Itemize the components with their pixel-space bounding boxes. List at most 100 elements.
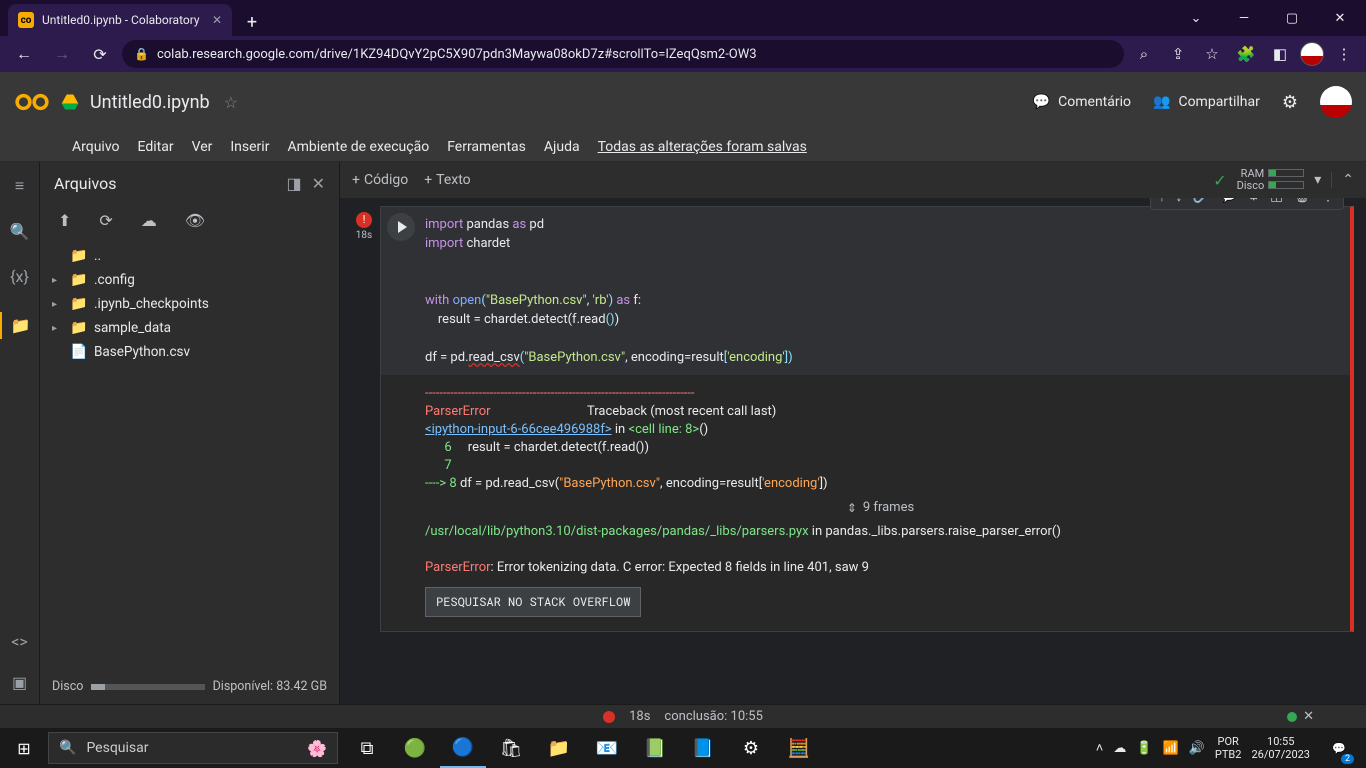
share-icon[interactable]: ⇪ bbox=[1164, 40, 1192, 68]
windows-taskbar: ⊞ 🔍 Pesquisar 🌸 ⧉ 🟢 🔵 🛍 📁 📧 📗 📘 ⚙ 🧮 ˄ ☁ … bbox=[0, 728, 1366, 768]
code-snippets-icon[interactable]: <> bbox=[11, 632, 28, 651]
close-panel-icon[interactable]: ✕ bbox=[312, 174, 325, 193]
battery-icon[interactable]: 🔋 bbox=[1136, 741, 1152, 756]
word-icon[interactable]: 📘 bbox=[680, 728, 726, 768]
new-window-icon[interactable]: ◨ bbox=[286, 174, 301, 193]
task-view-icon[interactable]: ⧉ bbox=[344, 728, 390, 768]
taskbar-search[interactable]: 🔍 Pesquisar 🌸 bbox=[48, 732, 338, 764]
store-icon[interactable]: 🛍 bbox=[488, 728, 534, 768]
reload-button[interactable]: ⟳ bbox=[84, 38, 116, 70]
search-icon[interactable]: ⌕ bbox=[1130, 40, 1158, 68]
delete-cell-icon[interactable]: 🗑 bbox=[1293, 198, 1311, 205]
language-indicator[interactable]: PORPTB2 bbox=[1215, 735, 1242, 761]
people-icon: 👥 bbox=[1153, 94, 1170, 110]
run-cell-button[interactable] bbox=[387, 213, 415, 241]
tree-row[interactable]: ▸📁.ipynb_checkpoints bbox=[50, 292, 329, 316]
wifi-icon[interactable]: 📶 bbox=[1163, 741, 1179, 756]
forward-button[interactable]: → bbox=[46, 38, 78, 70]
bookmark-icon[interactable]: ☆ bbox=[1198, 40, 1226, 68]
disk-bar bbox=[91, 684, 204, 690]
mount-drive-icon[interactable]: ☁ bbox=[141, 211, 157, 230]
maximize-button[interactable]: ▢ bbox=[1270, 3, 1314, 33]
browser-tab[interactable]: co Untitled0.ipynb - Colaboratory ✕ bbox=[8, 4, 232, 36]
stackoverflow-button[interactable]: PESQUISAR NO STACK OVERFLOW bbox=[425, 587, 641, 617]
tree-row[interactable]: 📄BasePython.csv bbox=[50, 340, 329, 364]
extensions-icon[interactable]: 🧩 bbox=[1232, 40, 1260, 68]
variables-icon[interactable]: {x} bbox=[10, 267, 29, 286]
onedrive-icon[interactable]: ☁ bbox=[1113, 741, 1126, 756]
refresh-icon[interactable]: ⟳ bbox=[99, 211, 112, 230]
document-title[interactable]: Untitled0.ipynb bbox=[90, 92, 210, 113]
calculator-icon[interactable]: 🧮 bbox=[776, 728, 822, 768]
show-hidden-icon[interactable]: 👁 bbox=[185, 211, 205, 230]
share-button[interactable]: 👥 Compartilhar bbox=[1153, 94, 1260, 110]
add-code-button[interactable]: +Código bbox=[352, 172, 408, 188]
outlook-icon[interactable]: 📧 bbox=[584, 728, 630, 768]
tab-title: Untitled0.ipynb - Colaboratory bbox=[42, 13, 200, 27]
tree-row[interactable]: ▸📁sample_data bbox=[50, 316, 329, 340]
more-cell-icon[interactable]: ⋮ bbox=[1321, 198, 1335, 205]
close-status-icon[interactable]: ✕ bbox=[1303, 709, 1314, 724]
sidepanel-icon[interactable]: ◧ bbox=[1266, 40, 1294, 68]
menu-inserir[interactable]: Inserir bbox=[230, 139, 269, 155]
user-avatar[interactable] bbox=[1320, 86, 1352, 118]
tree-row[interactable]: 📁.. bbox=[50, 244, 329, 268]
move-up-icon[interactable]: ↑ bbox=[1159, 198, 1166, 205]
chrome-icon[interactable]: 🔵 bbox=[440, 728, 486, 768]
search-files-icon[interactable]: 🔍 bbox=[10, 222, 30, 241]
menu-arquivo[interactable]: Arquivo bbox=[72, 139, 120, 155]
save-status[interactable]: Todas as alterações foram salvas bbox=[598, 139, 807, 155]
toc-icon[interactable]: ≡ bbox=[15, 176, 24, 196]
tray-chevron-icon[interactable]: ˄ bbox=[1096, 740, 1104, 756]
whatsapp-icon[interactable]: 🟢 bbox=[392, 728, 438, 768]
terminal-icon[interactable]: ▣ bbox=[12, 673, 27, 692]
kebab-menu-icon[interactable]: ⋮ bbox=[1330, 40, 1358, 68]
upload-icon[interactable]: ⬆ bbox=[58, 211, 71, 230]
connected-check-icon: ✓ bbox=[1213, 171, 1226, 190]
excel-icon[interactable]: 📗 bbox=[632, 728, 678, 768]
new-tab-button[interactable]: + bbox=[238, 8, 266, 36]
profile-avatar[interactable] bbox=[1300, 42, 1324, 66]
close-tab-icon[interactable]: ✕ bbox=[212, 13, 222, 27]
address-bar[interactable]: 🔒 colab.research.google.com/drive/1KZ94D… bbox=[122, 40, 1124, 68]
add-text-button[interactable]: +Texto bbox=[424, 172, 470, 188]
menu-ferramentas[interactable]: Ferramentas bbox=[447, 139, 526, 155]
disk-bar-small bbox=[1268, 181, 1304, 189]
explorer-icon[interactable]: 📁 bbox=[536, 728, 582, 768]
clock[interactable]: 10:5526/07/2023 bbox=[1251, 735, 1310, 761]
comment-button[interactable]: 💬 Comentário bbox=[1033, 94, 1131, 110]
menu-ajuda[interactable]: Ajuda bbox=[544, 139, 580, 155]
tree-row[interactable]: ▸📁.config bbox=[50, 268, 329, 292]
cell-action-bar: ↑ ↓ 🔗 💬 ⚙ ◫ 🗑 ⋮ bbox=[1150, 198, 1344, 210]
mirror-icon[interactable]: ◫ bbox=[1270, 198, 1283, 205]
file-tree: 📁.. ▸📁.config ▸📁.ipynb_checkpoints ▸📁sam… bbox=[40, 240, 339, 669]
star-icon[interactable]: ☆ bbox=[224, 93, 238, 112]
code-cell[interactable]: ↑ ↓ 🔗 💬 ⚙ ◫ 🗑 ⋮ import pandas as pdimpor… bbox=[380, 206, 1354, 632]
menu-ambiente[interactable]: Ambiente de execução bbox=[287, 139, 429, 155]
chevron-down-icon[interactable]: ⌄ bbox=[1174, 3, 1218, 33]
search-placeholder: Pesquisar bbox=[86, 740, 148, 756]
settings-icon[interactable]: ⚙ bbox=[728, 728, 774, 768]
settings-cell-icon[interactable]: ⚙ bbox=[1247, 198, 1260, 205]
gear-icon[interactable]: ⚙ bbox=[1282, 92, 1298, 113]
collapse-icon[interactable]: ⌃ bbox=[1331, 172, 1354, 188]
volume-icon[interactable]: 🔊 bbox=[1189, 741, 1205, 756]
browser-tab-strip: co Untitled0.ipynb - Colaboratory ✕ + ⌄ … bbox=[0, 0, 1366, 36]
dropdown-icon[interactable]: ▾ bbox=[1314, 172, 1321, 188]
link-icon[interactable]: 🔗 bbox=[1193, 198, 1210, 205]
move-down-icon[interactable]: ↓ bbox=[1176, 198, 1183, 205]
disk-usage: Disco Disponível: 83.42 GB bbox=[40, 669, 339, 704]
start-button[interactable]: ⊞ bbox=[0, 728, 48, 768]
comment-cell-icon[interactable]: 💬 bbox=[1220, 198, 1237, 205]
notifications-icon[interactable]: 💬2 bbox=[1320, 728, 1358, 768]
minimize-button[interactable]: — bbox=[1222, 3, 1266, 33]
colab-logo-icon[interactable] bbox=[14, 84, 50, 120]
files-tab-icon[interactable]: 📁 bbox=[0, 312, 39, 339]
left-icon-strip: ≡ 🔍 {x} 📁 <> ▣ bbox=[0, 162, 40, 704]
back-button[interactable]: ← bbox=[8, 38, 40, 70]
resource-indicator[interactable]: RAM Disco bbox=[1237, 168, 1305, 192]
menu-editar[interactable]: Editar bbox=[138, 139, 174, 155]
close-window-button[interactable]: ✕ bbox=[1318, 3, 1362, 33]
menu-ver[interactable]: Ver bbox=[192, 139, 213, 155]
code-editor[interactable]: import pandas as pdimport chardet with o… bbox=[381, 207, 1350, 375]
